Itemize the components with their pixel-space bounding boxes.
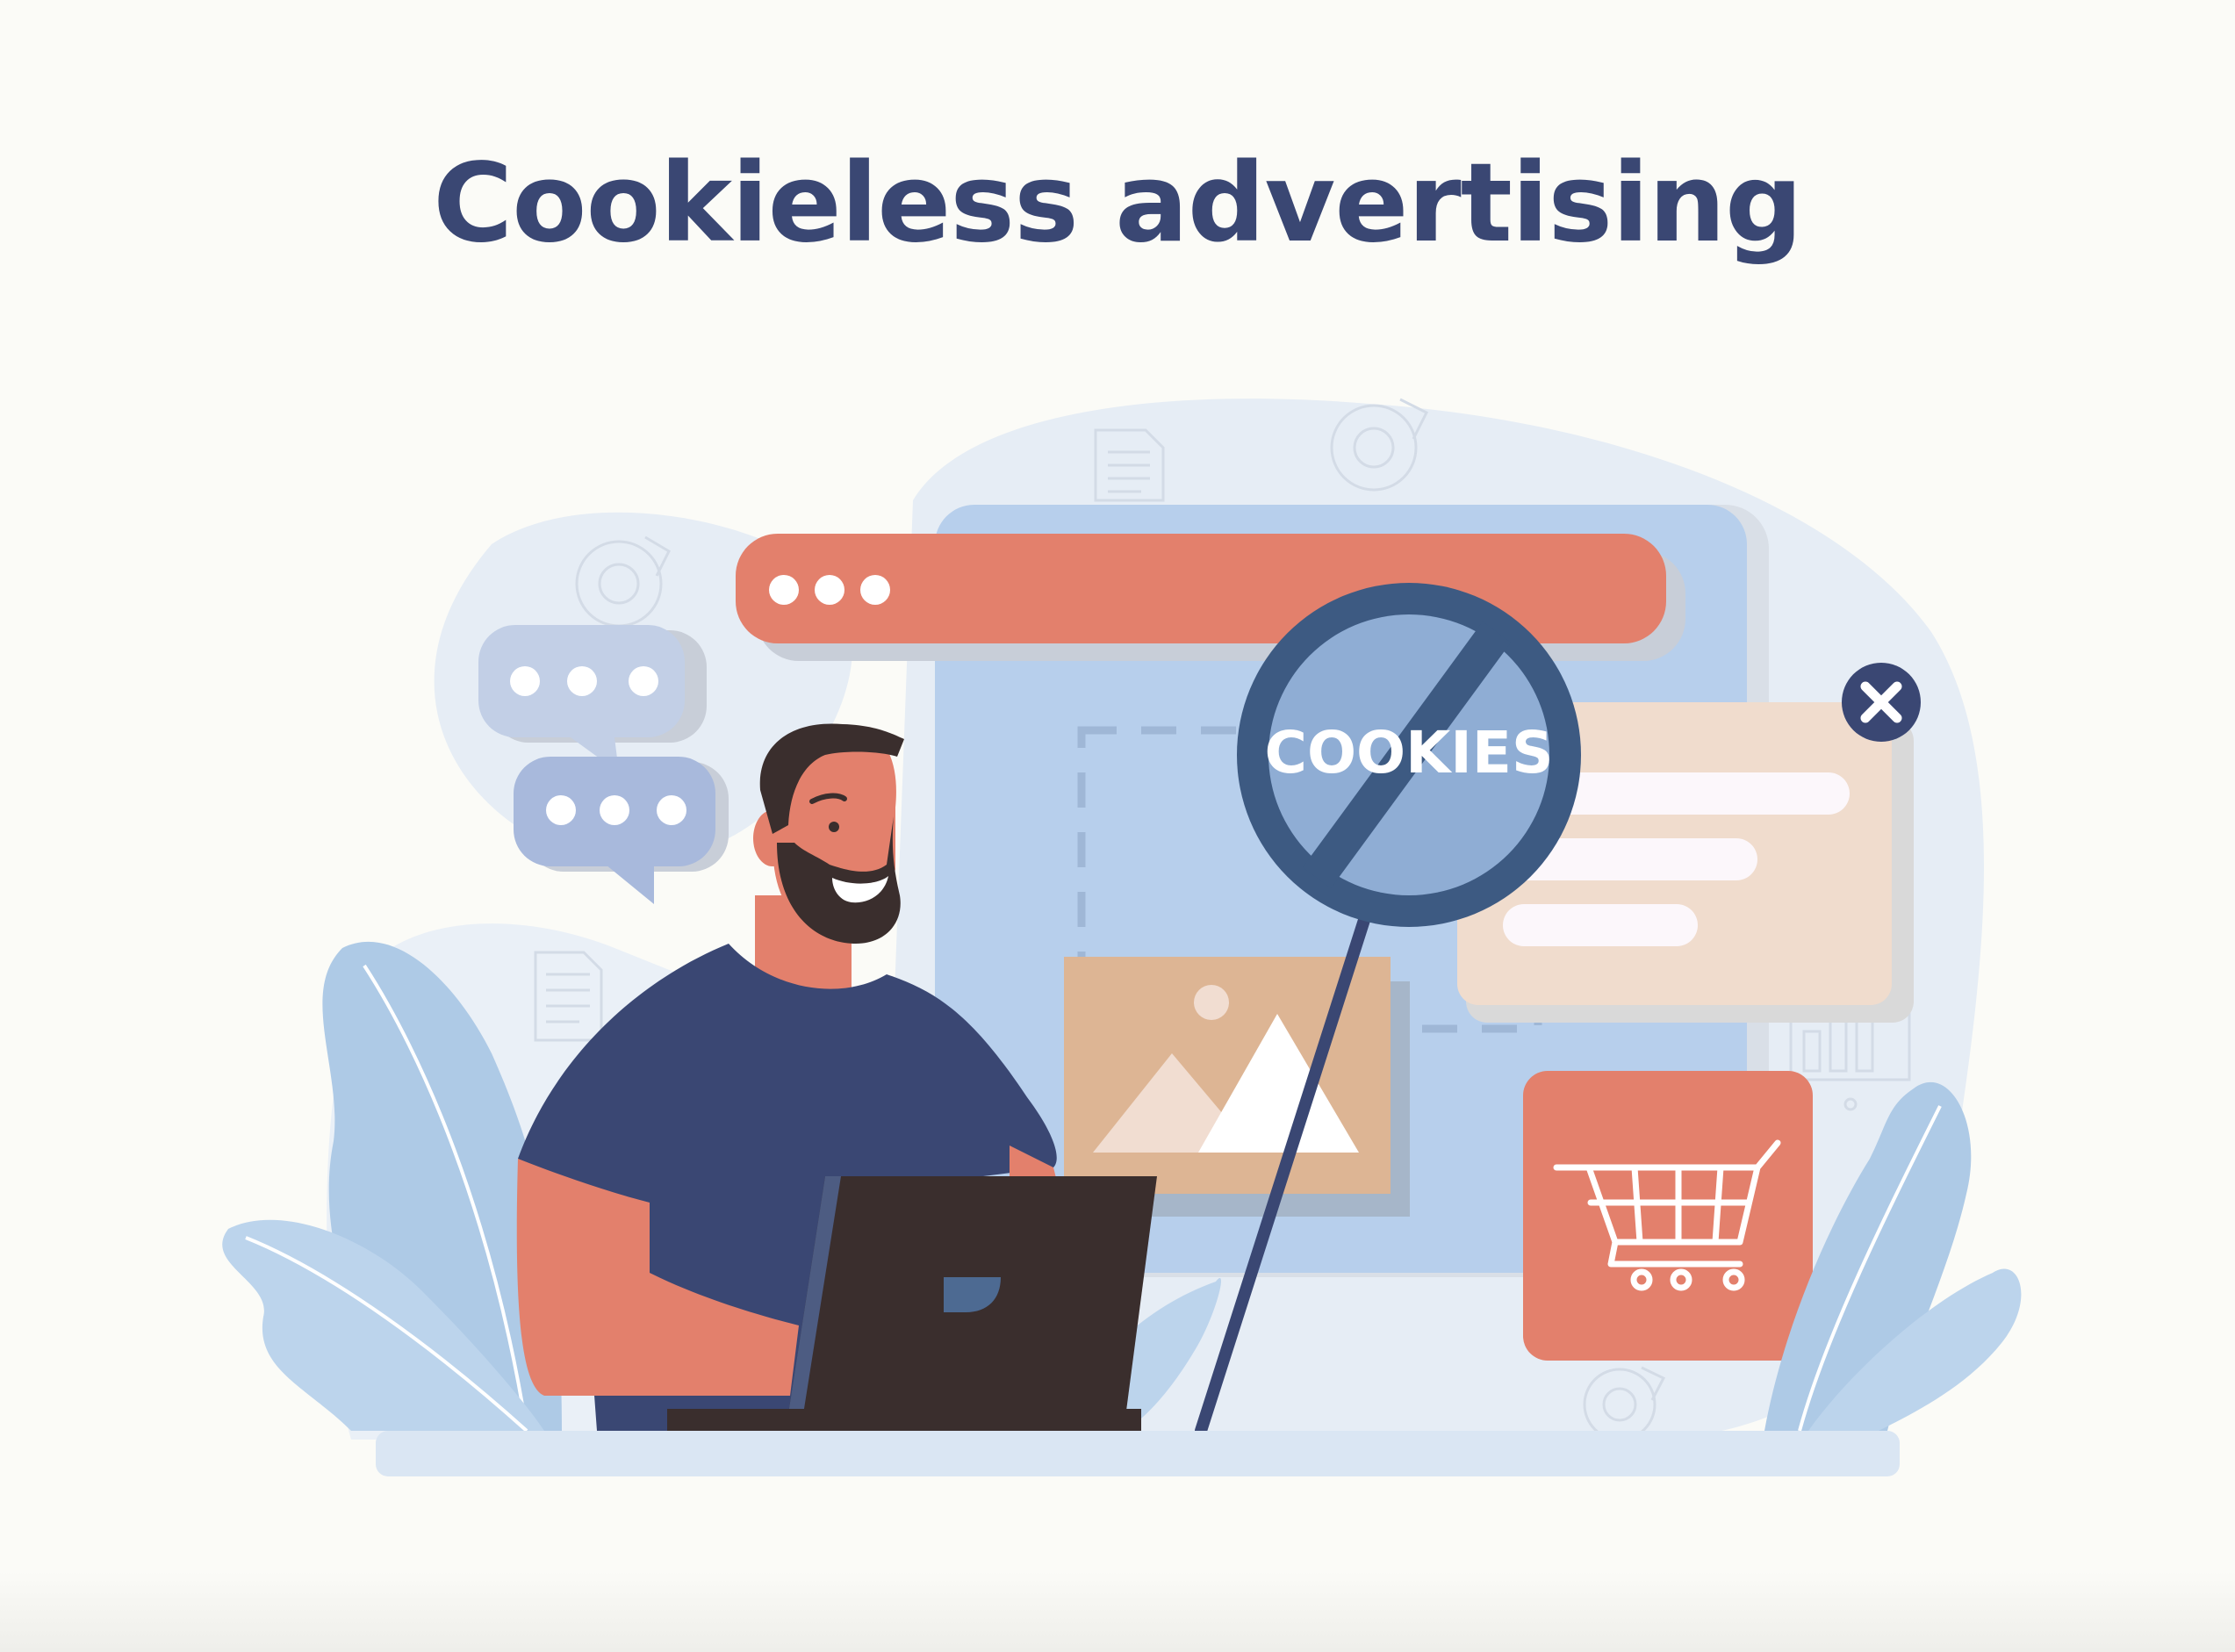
chat-bubble-icon bbox=[514, 757, 729, 904]
sign-label: COOKIES bbox=[1265, 719, 1554, 786]
desk bbox=[376, 1431, 1900, 1476]
cart-card bbox=[1523, 1071, 1813, 1361]
close-icon[interactable] bbox=[1842, 663, 1921, 742]
illustration: COOKIES bbox=[222, 398, 2022, 1476]
bottom-shadow bbox=[0, 1571, 2235, 1652]
address-bar bbox=[736, 534, 1685, 661]
stage: Cookieless advertising COOKIES bbox=[0, 0, 2235, 1652]
